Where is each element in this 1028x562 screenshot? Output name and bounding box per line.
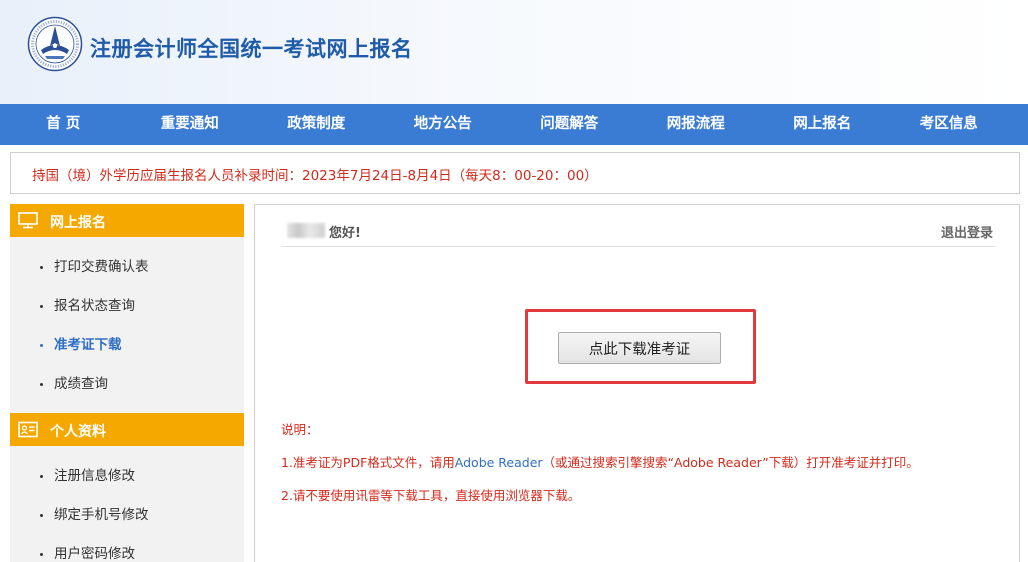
instructions-title: 说明： <box>281 422 319 437</box>
notice-text: 持国（境）外学历应届生报名人员补录时间：2023年7月24日-8月4日（每天8：… <box>32 168 598 184</box>
nav-local-announcements[interactable]: 地方公告 <box>380 104 507 145</box>
sidebar-item-label: 打印交费确认表 <box>54 259 149 275</box>
sidebar-list-personal-info: 注册信息修改 绑定手机号修改 用户密码修改 <box>10 446 244 562</box>
nav-home[interactable]: 首 页 <box>0 104 127 145</box>
sidebar-item-print-payment-confirmation[interactable]: 打印交费确认表 <box>10 248 244 287</box>
sidebar-section-title: 网上报名 <box>50 215 106 231</box>
bullet-icon <box>40 383 43 386</box>
sidebar-item-label: 准考证下载 <box>54 337 122 353</box>
download-highlight-frame: 点此下载准考证 <box>525 309 756 384</box>
nav-exam-area-info[interactable]: 考区信息 <box>886 104 1013 145</box>
instruction-line-2: 2.请不要使用讯雷等下载工具，直接使用浏览器下载。 <box>281 488 581 503</box>
blurred-username <box>287 223 325 238</box>
sidebar-item-change-bound-phone[interactable]: 绑定手机号修改 <box>10 496 244 535</box>
sidebar-item-label: 绑定手机号修改 <box>54 507 149 523</box>
sidebar-item-label: 报名状态查询 <box>54 298 135 314</box>
id-card-icon <box>18 421 38 438</box>
instructions: 说明： 1.准考证为PDF格式文件，请用Adobe Reader（或通过搜索引擎… <box>281 419 919 518</box>
notice-bar: 持国（境）外学历应届生报名人员补录时间：2023年7月24日-8月4日（每天8：… <box>10 152 1020 194</box>
instruction-line-1: 1.准考证为PDF格式文件，请用Adobe Reader（或通过搜索引擎搜索“A… <box>281 452 919 471</box>
bullet-icon <box>40 475 43 478</box>
bullet-icon <box>40 553 43 556</box>
sidebar: 网上报名 打印交费确认表 报名状态查询 准考证下载 成绩查询 个人资料 注册信息… <box>10 204 244 562</box>
sidebar-list-online-registration: 打印交费确认表 报名状态查询 准考证下载 成绩查询 <box>10 237 244 413</box>
nav-online-registration[interactable]: 网上报名 <box>759 104 886 145</box>
sidebar-item-label: 注册信息修改 <box>54 468 135 484</box>
monitor-icon <box>18 212 38 229</box>
download-admission-ticket-button[interactable]: 点此下载准考证 <box>558 332 721 364</box>
sidebar-section-title: 个人资料 <box>50 424 106 440</box>
bullet-icon <box>40 344 43 347</box>
sidebar-item-score-query[interactable]: 成绩查询 <box>10 365 244 404</box>
sidebar-item-label: 成绩查询 <box>54 376 108 392</box>
user-bar: 您好! 退出登录 <box>281 217 995 247</box>
nav-policies[interactable]: 政策制度 <box>253 104 380 145</box>
bullet-icon <box>40 305 43 308</box>
site-header: 注册会计师全国统一考试网上报名 <box>0 0 1028 104</box>
greeting-text: 您好! <box>329 226 361 241</box>
cicpa-logo-icon <box>27 16 83 72</box>
nav-important-notices[interactable]: 重要通知 <box>127 104 254 145</box>
sidebar-item-change-password[interactable]: 用户密码修改 <box>10 535 244 562</box>
main-panel: 您好! 退出登录 点此下载准考证 说明： 1.准考证为PDF格式文件，请用Ado… <box>254 204 1020 562</box>
sidebar-item-edit-registration-info[interactable]: 注册信息修改 <box>10 457 244 496</box>
nav-faq[interactable]: 问题解答 <box>506 104 633 145</box>
adobe-reader-link[interactable]: Adobe Reader <box>455 455 543 470</box>
logout-link[interactable]: 退出登录 <box>941 222 993 241</box>
bullet-icon <box>40 514 43 517</box>
main-nav: 首 页 重要通知 政策制度 地方公告 问题解答 网报流程 网上报名 考区信息 <box>0 104 1028 145</box>
bullet-icon <box>40 266 43 269</box>
instruction-text: （或通过搜索引擎搜索“Adobe Reader”下载）打开准考证并打印。 <box>542 455 919 470</box>
sidebar-section-online-registration: 网上报名 <box>10 204 244 237</box>
sidebar-item-admission-ticket-download[interactable]: 准考证下载 <box>10 326 244 365</box>
nav-registration-process[interactable]: 网报流程 <box>633 104 760 145</box>
instruction-text: 1.准考证为PDF格式文件，请用 <box>281 455 455 470</box>
sidebar-section-personal-info: 个人资料 <box>10 413 244 446</box>
site-title: 注册会计师全国统一考试网上报名 <box>90 37 413 61</box>
sidebar-item-registration-status[interactable]: 报名状态查询 <box>10 287 244 326</box>
sidebar-item-label: 用户密码修改 <box>54 546 135 562</box>
